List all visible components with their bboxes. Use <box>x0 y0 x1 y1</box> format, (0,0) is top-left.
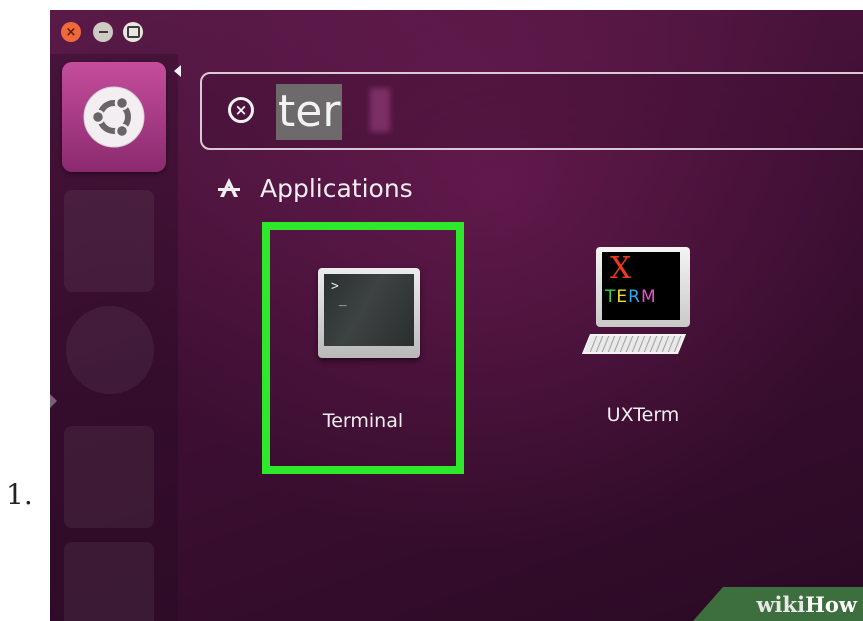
uxterm-icon: X TERM <box>596 247 690 327</box>
terminal-icon: > _ <box>318 268 420 358</box>
step-number: 1. <box>6 478 33 511</box>
uxterm-term-letter: M <box>640 287 657 307</box>
watermark-how: How <box>805 591 857 617</box>
search-field[interactable]: × ter <box>200 72 863 150</box>
ubuntu-dash-screen: × × ter Applications > _ Terminal X TERM… <box>50 10 863 621</box>
ubuntu-logo-icon <box>83 86 145 148</box>
minimize-window-button[interactable] <box>93 22 113 42</box>
active-indicator-icon <box>174 65 181 77</box>
applications-section-header[interactable]: Applications <box>218 168 413 208</box>
maximize-window-button[interactable] <box>123 22 143 42</box>
text-cursor <box>370 88 390 132</box>
launcher-item-calc[interactable] <box>64 542 154 621</box>
app-result-terminal[interactable]: > _ Terminal <box>262 222 464 474</box>
close-window-button[interactable]: × <box>61 22 81 42</box>
search-query-text[interactable]: ter <box>276 84 343 140</box>
uxterm-term-letter: R <box>628 287 641 307</box>
uxterm-term-letter: E <box>616 287 629 307</box>
uxterm-icon-x: X <box>610 251 632 286</box>
maximize-icon <box>126 26 140 38</box>
app-label-uxterm: UXTerm <box>606 404 680 426</box>
uxterm-icon-term: TERM <box>605 286 657 308</box>
launcher-item-files[interactable] <box>64 190 154 292</box>
keyboard-icon <box>581 334 687 354</box>
launcher-item-writer[interactable] <box>64 426 154 528</box>
section-title: Applications <box>260 173 413 203</box>
minimize-icon <box>98 31 108 33</box>
app-result-uxterm[interactable]: X TERM UXTerm <box>568 242 718 442</box>
app-label-terminal: Terminal <box>322 410 404 432</box>
watermark-wiki: wiki <box>756 591 806 617</box>
launcher-item-browser[interactable] <box>66 306 154 394</box>
uxterm-term-letter: T <box>605 287 617 307</box>
launcher-indicator-icon <box>50 394 57 408</box>
clear-search-icon[interactable]: × <box>228 97 254 123</box>
close-icon: × <box>65 24 77 40</box>
applications-filter-icon <box>218 178 240 197</box>
wikihow-watermark: wikiHow <box>693 587 863 621</box>
launcher-sidebar <box>50 54 178 621</box>
dash-button[interactable] <box>62 62 166 172</box>
